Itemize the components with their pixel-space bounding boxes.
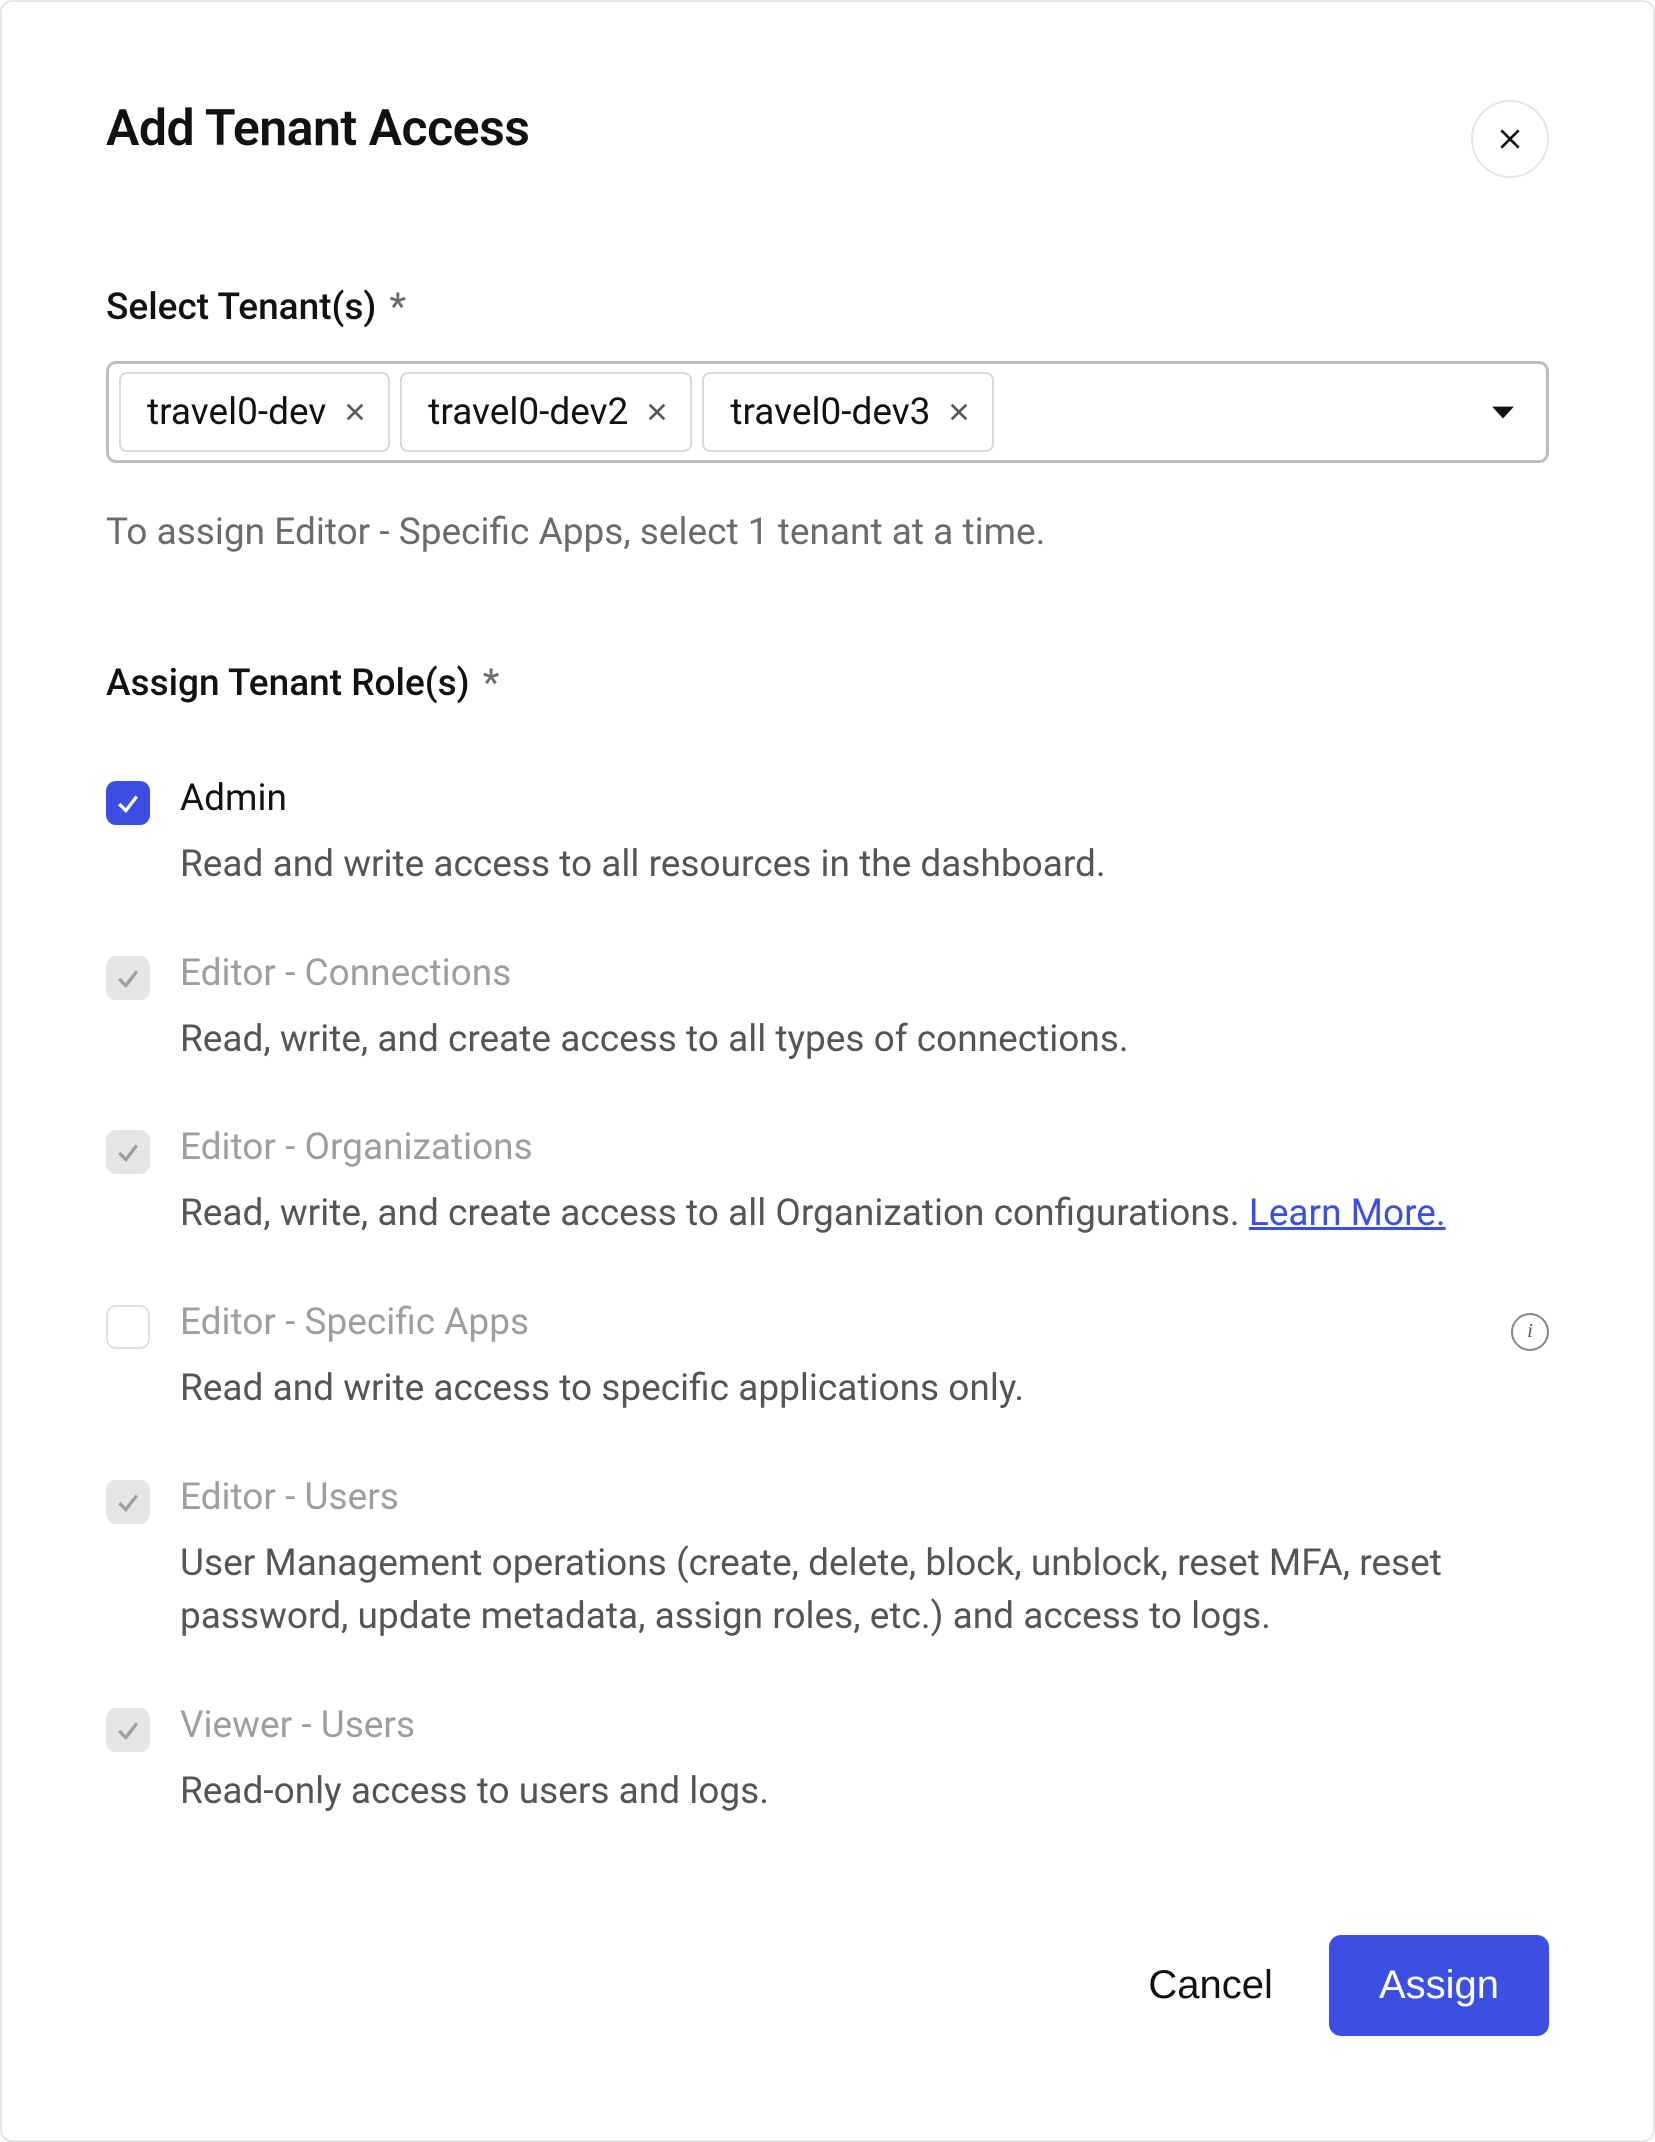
required-asterisk: * [390,286,406,329]
role-name: Admin [180,777,1549,820]
tenant-chip: travel0-dev [119,372,390,452]
role-desc: Read-only access to users and logs. [180,1765,1549,1819]
tenant-chip-label: travel0-dev3 [730,391,930,434]
role-editor-organizations: Editor - Organizations Read, write, and … [106,1096,1549,1271]
role-name: Editor - Connections [180,952,1549,995]
assign-roles-label-text: Assign Tenant Role(s) [106,662,470,705]
helper-text: To assign Editor - Specific Apps, select… [106,511,1549,554]
role-body: Editor - Users User Management operation… [180,1476,1549,1644]
role-admin: Admin Read and write access to all resou… [106,747,1549,922]
remove-chip-button[interactable] [646,401,668,423]
select-tenant-label-text: Select Tenant(s) [106,286,376,329]
role-desc: User Management operations (create, dele… [180,1537,1549,1644]
checkbox-editor-organizations [106,1130,150,1174]
role-body: Editor - Connections Read, write, and cr… [180,952,1549,1067]
role-body: Viewer - Users Read-only access to users… [180,1704,1549,1819]
assign-button[interactable]: Assign [1329,1935,1549,2036]
role-name: Editor - Organizations [180,1126,1549,1169]
tenant-chip-label: travel0-dev [147,391,326,434]
tenant-chip: travel0-dev3 [702,372,994,452]
info-button[interactable]: i [1511,1313,1549,1351]
dropdown-toggle[interactable] [1490,399,1516,425]
checkbox-editor-users [106,1480,150,1524]
remove-chip-button[interactable] [948,401,970,423]
close-icon [1497,126,1523,152]
role-body: Admin Read and write access to all resou… [180,777,1549,892]
close-icon [646,401,668,423]
role-name: Viewer - Users [180,1704,1549,1747]
close-icon [344,401,366,423]
role-body: Editor - Specific Apps Read and write ac… [180,1301,1549,1416]
role-editor-specific-apps: Editor - Specific Apps Read and write ac… [106,1271,1549,1446]
check-icon [115,965,141,991]
dialog-header: Add Tenant Access [106,100,1549,178]
info-icon: i [1527,1320,1533,1343]
checkbox-editor-connections [106,956,150,1000]
cancel-button[interactable]: Cancel [1148,1963,1273,2008]
role-desc: Read and write access to specific applic… [180,1362,1549,1416]
dialog-content: Add Tenant Access Select Tenant(s) * tra… [106,100,1549,2036]
dialog-title: Add Tenant Access [106,100,530,158]
tenant-multiselect[interactable]: travel0-dev travel0-dev2 travel0-dev3 [106,361,1549,463]
tenant-chip-label: travel0-dev2 [428,391,628,434]
role-viewer-users: Viewer - Users Read-only access to users… [106,1674,1549,1849]
checkbox-admin[interactable] [106,781,150,825]
role-editor-connections: Editor - Connections Read, write, and cr… [106,922,1549,1097]
checkbox-viewer-users [106,1708,150,1752]
dialog-footer: Cancel Assign [1148,1935,1549,2036]
role-desc: Read and write access to all resources i… [180,838,1549,892]
tenant-chip: travel0-dev2 [400,372,692,452]
check-icon [115,1717,141,1743]
chevron-down-icon [1490,404,1516,420]
role-desc: Read, write, and create access to all Or… [180,1187,1549,1241]
role-name: Editor - Specific Apps [180,1301,1549,1344]
role-body: Editor - Organizations Read, write, and … [180,1126,1549,1241]
remove-chip-button[interactable] [344,401,366,423]
roles-list: Admin Read and write access to all resou… [106,747,1549,1848]
learn-more-link[interactable]: Learn More. [1249,1192,1446,1235]
close-button[interactable] [1471,100,1549,178]
close-icon [948,401,970,423]
check-icon [115,1139,141,1165]
role-desc: Read, write, and create access to all ty… [180,1013,1549,1067]
assign-roles-label: Assign Tenant Role(s) * [106,662,1549,705]
dialog-container: Add Tenant Access Select Tenant(s) * tra… [0,0,1655,2142]
role-desc-text: Read, write, and create access to all Or… [180,1192,1240,1235]
check-icon [115,790,141,816]
role-editor-users: Editor - Users User Management operation… [106,1446,1549,1674]
role-name: Editor - Users [180,1476,1549,1519]
required-asterisk: * [483,662,499,705]
selected-chips: travel0-dev travel0-dev2 travel0-dev3 [119,372,994,452]
select-tenant-label: Select Tenant(s) * [106,286,1549,329]
checkbox-editor-specific-apps [106,1305,150,1349]
check-icon [115,1489,141,1515]
